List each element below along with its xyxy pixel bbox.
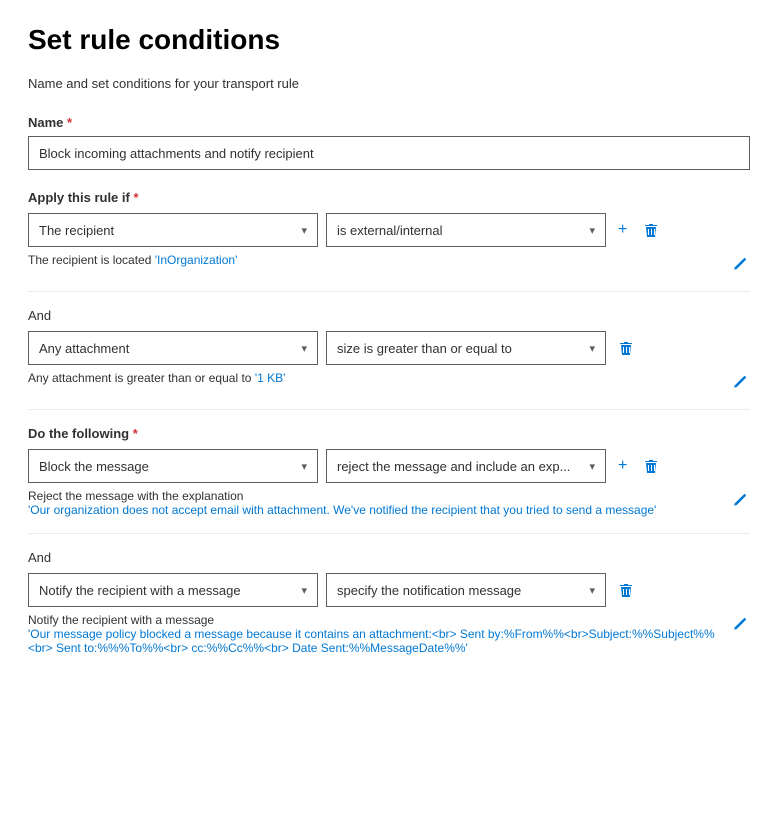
divider3 [28,533,750,534]
delete-icon [618,340,634,356]
page-title: Set rule conditions [28,24,750,56]
and2-edit-button[interactable] [728,613,750,635]
do-following-hint: Reject the message with the explanation … [28,489,728,517]
and2-label: And [28,550,750,565]
do-following-edit-button[interactable] [728,489,750,511]
do-following-dropdown1[interactable]: Block the message ▾ [28,449,318,483]
and1-delete-button[interactable] [614,336,638,360]
apply-rule-delete-button[interactable] [639,218,663,242]
do-following-add-button[interactable]: + [614,453,631,479]
chevron-icon: ▾ [301,224,307,237]
do-following-delete-button[interactable] [639,454,663,478]
delete-icon [618,582,634,598]
chevron-icon: ▾ [589,584,595,597]
chevron-icon: ▾ [589,224,595,237]
in-org-link[interactable]: 'InOrganization' [155,253,238,267]
apply-rule-dropdown2[interactable]: is external/internal ▾ [326,213,606,247]
and1-dropdown1[interactable]: Any attachment ▾ [28,331,318,365]
and1-label: And [28,308,750,323]
chevron-icon: ▾ [589,460,595,473]
apply-rule-label: Apply this rule if * [28,190,750,205]
1kb-link[interactable]: '1 KB' [255,371,286,385]
edit-icon [732,375,746,389]
apply-rule-add-button[interactable]: + [614,217,631,243]
and1-edit-button[interactable] [728,371,750,393]
name-input[interactable] [28,136,750,170]
page-subtitle: Name and set conditions for your transpo… [28,76,750,91]
edit-icon [732,617,746,631]
delete-icon [643,222,659,238]
name-label: Name * [28,115,750,130]
and2-hint: Notify the recipient with a message 'Our… [28,613,728,655]
chevron-icon: ▾ [301,460,307,473]
do-following-label: Do the following * [28,426,750,441]
and2-delete-button[interactable] [614,578,638,602]
divider1 [28,291,750,292]
and1-hint: Any attachment is greater than or equal … [28,371,728,385]
chevron-icon: ▾ [301,342,307,355]
apply-rule-dropdown1[interactable]: The recipient ▾ [28,213,318,247]
and1-dropdown2[interactable]: size is greater than or equal to ▾ [326,331,606,365]
delete-icon [643,458,659,474]
and2-dropdown1[interactable]: Notify the recipient with a message ▾ [28,573,318,607]
divider2 [28,409,750,410]
chevron-icon: ▾ [589,342,595,355]
do-following-dropdown2[interactable]: reject the message and include an exp...… [326,449,606,483]
and2-dropdown2[interactable]: specify the notification message ▾ [326,573,606,607]
edit-icon [732,493,746,507]
apply-rule-edit-button[interactable] [728,253,750,275]
apply-rule-hint: The recipient is located 'InOrganization… [28,253,728,267]
edit-icon [732,257,746,271]
chevron-icon: ▾ [301,584,307,597]
